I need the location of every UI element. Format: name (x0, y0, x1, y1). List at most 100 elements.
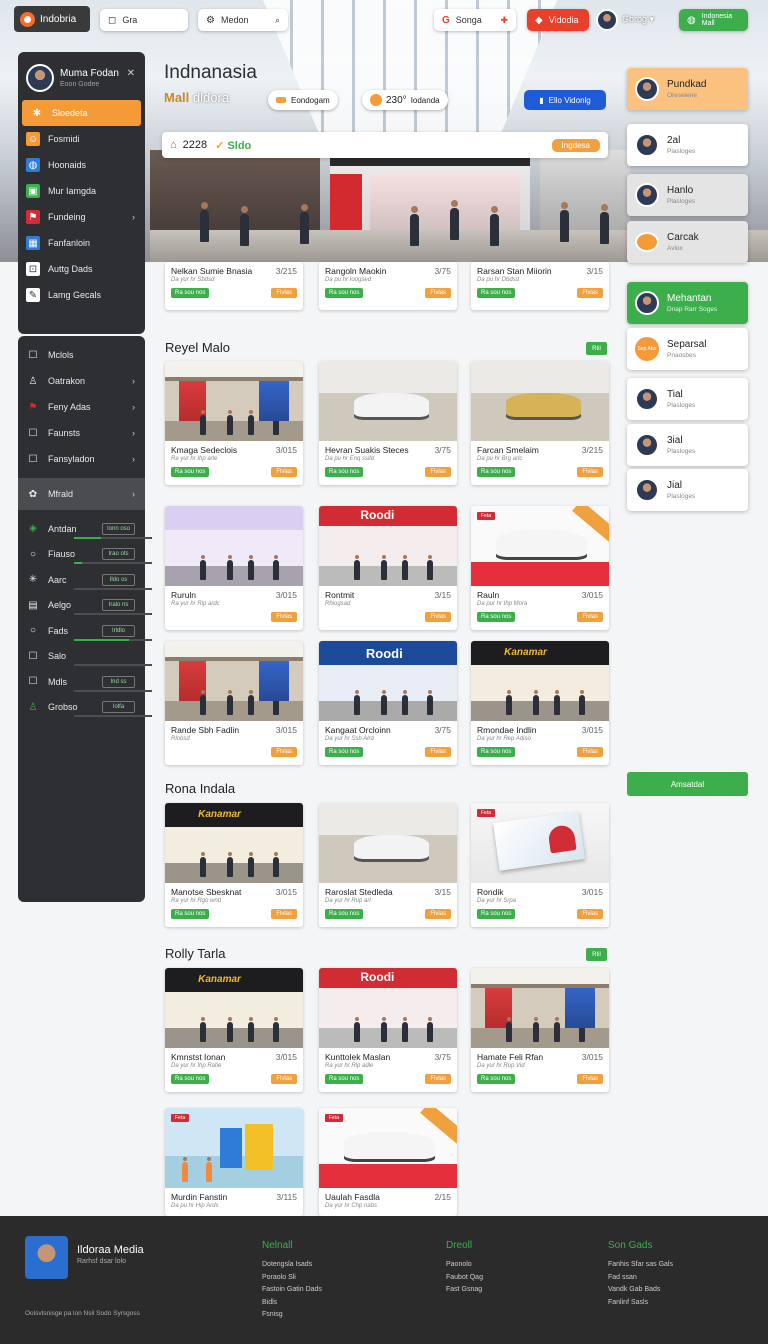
card-view-button[interactable]: Flvlas (425, 747, 451, 757)
sidebar-item[interactable]: ⊡ Auttg Dads (18, 256, 145, 282)
card-view-button[interactable]: Flvlas (425, 288, 451, 298)
sidebar-item[interactable]: ▦ Fanfanloin (18, 230, 145, 256)
hero-filter-strip[interactable]: ⌂ 2228 ✓ Sldo Ingdesa (162, 132, 608, 158)
footer-link[interactable]: Fad ssan (608, 1272, 673, 1285)
product-card[interactable]: Hevran Suakis Steces 3/75 Da pu hr Enq ssl… (319, 361, 457, 485)
hero-chip-stat[interactable]: 230° Iodanda (362, 90, 448, 110)
product-card[interactable]: Hamate Feli Rfan 3/015 Da yur hr Rup Vid Ra… (471, 968, 609, 1092)
card-view-button[interactable]: Flvlas (271, 288, 297, 298)
footer-link[interactable]: Fsnisg (262, 1309, 322, 1322)
card-status-button[interactable]: Ra sou nos (325, 909, 364, 919)
footer-link[interactable]: Faubot Qag (446, 1272, 483, 1285)
indonesia-mall-button[interactable]: ◍ Indonesia Mall (679, 9, 748, 31)
product-card[interactable]: Roodi Kunttolek Maslan 3/75 Ra yur hr Rlp a… (319, 968, 457, 1092)
card-view-button[interactable]: Flvlas (271, 1074, 297, 1084)
sidebar-item[interactable]: ◈ Antdan Ionn oso (18, 516, 152, 542)
sidebar-item[interactable]: ▣ Mur Iamgda (18, 178, 145, 204)
footer-link[interactable]: Dotengsla Isads (262, 1259, 322, 1272)
product-card[interactable]: Rande Sbh Fadlin 3/015 Rlobsd Flvlas (165, 641, 303, 765)
user-name-menu[interactable]: Gbrog ▾ (622, 14, 654, 25)
contact-card[interactable]: Hanlo Plasloges (627, 174, 748, 216)
right-panel-button[interactable]: Amsatdal (627, 772, 748, 796)
sidebar-user-card[interactable]: Muma Fodan Eoon Godee ✕ (18, 52, 145, 100)
contact-card[interactable]: Jial Plasloges (627, 469, 748, 511)
sidebar-item[interactable]: ⚑ Fundeing › (18, 204, 145, 230)
filter-pill-button[interactable]: Ingdesa (551, 138, 600, 152)
footer-link[interactable]: Fast Gsnag (446, 1284, 483, 1297)
contact-card[interactable]: Pundkad Oreseiene (627, 68, 748, 110)
product-card[interactable]: Kanamar Kmnstst Ionan 3/015 Da yur hr Ihp R… (165, 968, 303, 1092)
card-status-button[interactable]: Ra sou nos (325, 467, 364, 477)
section-tag[interactable]: Rtil (586, 948, 607, 961)
product-card[interactable]: Feta Uaulah Fasdla 2/15 Da yur hr Chp nabs (319, 1108, 457, 1216)
product-card[interactable]: Roodi Rontmit 3/15 Rhiogsad Flvlas (319, 506, 457, 630)
card-view-button[interactable]: Flvlas (271, 612, 297, 622)
avatar[interactable] (596, 9, 618, 31)
search-input[interactable]: ⚙ Medon ⌕ (198, 9, 288, 31)
sidebar-item[interactable]: ♙ Oatrakon › (18, 368, 145, 394)
footer-link[interactable]: Fastoin Gatin Dads (262, 1284, 322, 1297)
card-status-button[interactable]: Ra sou nos (477, 909, 516, 919)
sidebar-item[interactable]: ☐ Mclols (18, 342, 145, 368)
card-view-button[interactable]: Flvlas (425, 467, 451, 477)
card-view-button[interactable]: Flvlas (425, 612, 451, 622)
sidebar-item[interactable]: ○ Fads Irldlo (18, 618, 152, 644)
brand-logo[interactable]: Indobria (14, 6, 90, 32)
sidebar-item[interactable]: ○ Fiauso Irao ots (18, 542, 152, 568)
card-status-button[interactable]: Ra sou nos (477, 1074, 516, 1084)
sidebar-item[interactable]: ☐ Fansyladon › (18, 446, 145, 472)
footer-link[interactable]: Fanhis Sfar sas Gals (608, 1259, 673, 1272)
product-card[interactable]: Kmaga Sedeclois 3/015 Ra yur hr Ihp arle Ra… (165, 361, 303, 485)
product-card[interactable]: Feta Murdin Fanstin 3/115 Da pu hr Hip Ards (165, 1108, 303, 1216)
footer-link[interactable]: Paonolo (446, 1259, 483, 1272)
card-view-button[interactable]: Flvlas (577, 288, 603, 298)
close-icon[interactable]: ✕ (127, 68, 135, 79)
footer-link[interactable]: Fanlinf Sasls (608, 1297, 673, 1310)
card-view-button[interactable]: Flvlas (577, 467, 603, 477)
sidebar-item[interactable]: ✿ Mfrald › (18, 478, 145, 510)
section-tag[interactable]: Rtil (586, 342, 607, 355)
product-card[interactable]: Farcan Smelaim 3/215 Da pu hr Brg arlc Ra s… (471, 361, 609, 485)
contact-card[interactable]: 2al Plasloges (627, 124, 748, 166)
footer-link[interactable]: Bidls (262, 1297, 322, 1310)
card-status-button[interactable]: Ra sou nos (477, 467, 516, 477)
card-status-button[interactable]: Ra sou nos (325, 747, 364, 757)
sidebar-item[interactable]: ☐ Salo (18, 644, 152, 670)
card-status-button[interactable]: Ra sou nos (171, 467, 210, 477)
sidebar-item[interactable]: ☺ Fosmidi (18, 126, 145, 152)
contact-card[interactable]: 3ial Plasloges (627, 424, 748, 466)
sidebar-item[interactable]: ⚑ Feny Adas › (18, 394, 145, 420)
contact-card[interactable]: Mehantan Dnap Rarr Soges (627, 282, 748, 324)
product-card[interactable]: Kanamar Manotse Sbesknat 3/015 Ra yur hr Rg… (165, 803, 303, 927)
contact-card[interactable]: Carcak Avlox (627, 221, 748, 263)
sidebar-item[interactable]: ✎ Lamg Gecals (18, 282, 145, 308)
product-card[interactable]: Rangoln Maokin 3/75 Da pu hr Ioogsed Ra sou… (319, 262, 457, 310)
card-view-button[interactable]: Flvlas (425, 909, 451, 919)
product-card[interactable]: Roodi Kangaat Orcloinn 3/75 Da yur hr Ssb A… (319, 641, 457, 765)
card-view-button[interactable]: Flvlas (577, 747, 603, 757)
card-status-button[interactable]: Ra sou nos (477, 747, 516, 757)
card-view-button[interactable]: Flvlas (577, 909, 603, 919)
product-card[interactable]: Ruruln 3/015 Ra yur hr Rip ardc Flvlas (165, 506, 303, 630)
product-card[interactable]: Rarsan Stan Miiorin 3/15 Da pu hr Dbdsd Ra … (471, 262, 609, 310)
product-card[interactable]: Nelkan Sumie Bnasia 3/215 Da yur hr Sbdsd R… (165, 262, 303, 310)
sidebar-item[interactable]: ☐ Mdls Ind ss (18, 669, 152, 695)
contact-card[interactable]: Tial Plasloges (627, 378, 748, 420)
card-status-button[interactable]: Ra sou nos (477, 288, 516, 298)
sidebar-item[interactable]: ♙ Grobso Iolfa (18, 695, 152, 721)
video-button[interactable]: ◆ Vidodia (527, 9, 589, 31)
card-view-button[interactable]: Flvlas (577, 1074, 603, 1084)
sidebar-item[interactable]: ◍ Hoonaids (18, 152, 145, 178)
songa-button[interactable]: G Songa ✚ (434, 9, 516, 31)
card-status-button[interactable]: Ra sou nos (171, 909, 210, 919)
product-card[interactable]: Raroslat Stedleda 3/15 Da yur hr Rup arl Ra… (319, 803, 457, 927)
card-view-button[interactable]: Flvlas (271, 467, 297, 477)
card-view-button[interactable]: Flvlas (577, 612, 603, 622)
card-status-button[interactable]: Ra sou nos (325, 1074, 364, 1084)
footer-link[interactable]: Poraolo Sli (262, 1272, 322, 1285)
sidebar-item[interactable]: ☐ Faunsts › (18, 420, 145, 446)
footer-link[interactable]: Vandk Gab Bads (608, 1284, 673, 1297)
search-input-location[interactable]: ◻ Gra (100, 9, 188, 31)
hero-chip-category[interactable]: Eondogam (268, 90, 338, 110)
hero-cta-button[interactable]: ▮ Ello Vidonlg (524, 90, 606, 110)
